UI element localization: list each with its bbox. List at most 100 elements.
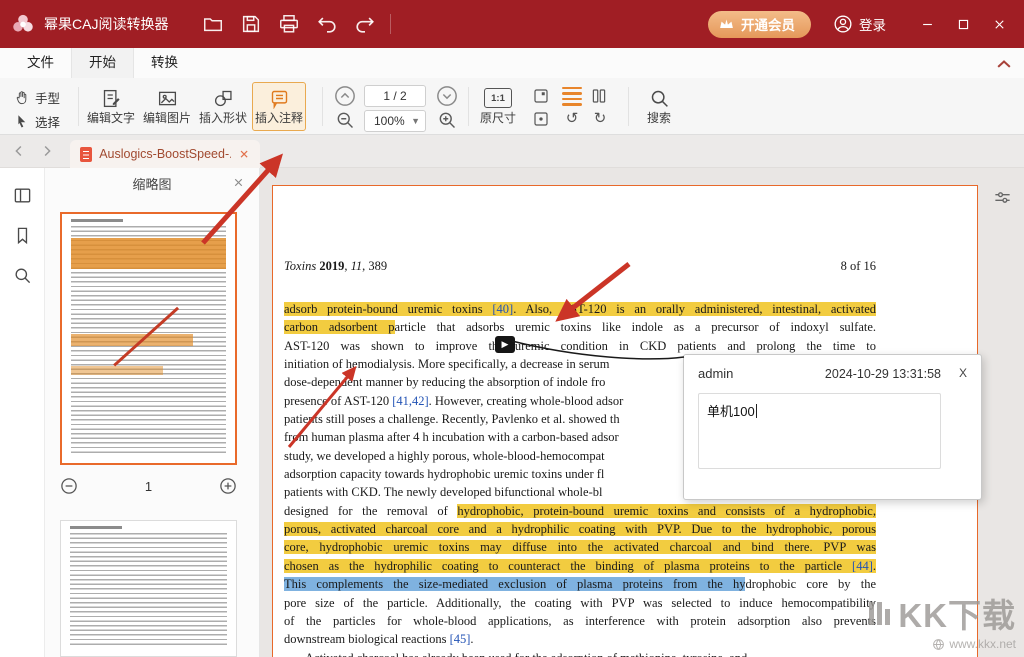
user-icon: [833, 14, 853, 34]
zoom-in-icon[interactable]: [437, 110, 457, 130]
edit-text-label: 编辑文字: [87, 109, 135, 126]
collapse-ribbon-icon[interactable]: [994, 54, 1014, 72]
tab-file[interactable]: 文件: [10, 48, 71, 78]
login-button[interactable]: 登录: [833, 14, 886, 34]
search-button[interactable]: 搜索: [636, 82, 682, 131]
save-icon[interactable]: [240, 13, 262, 35]
insert-annotation-button[interactable]: 插入注释: [252, 82, 306, 131]
page-thumbnail-2[interactable]: [60, 520, 237, 657]
ribbon-divider: [322, 87, 323, 126]
insert-annotation-label: 插入注释: [255, 109, 303, 126]
view-settings-icon[interactable]: [993, 188, 1012, 207]
comment-author: admin: [698, 366, 733, 381]
text-line: Activated charcoal has already been used…: [284, 649, 876, 657]
thumbnail-highlight: [71, 334, 193, 346]
fit-page-icon[interactable]: [532, 87, 550, 105]
edit-image-label: 编辑图片: [143, 109, 191, 126]
ribbon-toolbar: 手型 选择 编辑文字 编辑图片 插入形状 插入注释 100% ▼ 1:1: [0, 78, 1024, 135]
text-line: downstream biological reactions [45].: [284, 630, 876, 648]
document-viewport: Toxins 2019, 11, 389 8 of 16 adsorb prot…: [260, 168, 1024, 657]
annotation-marker-icon[interactable]: ▶: [495, 336, 515, 353]
close-button[interactable]: [986, 11, 1012, 37]
thumbnail-highlight: [71, 366, 163, 375]
minimize-button[interactable]: [914, 11, 940, 37]
document-tab[interactable]: Auslogics-BoostSpeed-...: [70, 140, 260, 168]
thumbnail-panel-header: 缩略图: [45, 168, 259, 198]
login-label: 登录: [859, 14, 886, 34]
app-title: 幂果CAJ阅读转换器: [44, 14, 168, 34]
doc-header-left: Toxins 2019, 11, 389: [284, 259, 387, 274]
hand-tool-button[interactable]: 手型: [14, 87, 60, 107]
document-tab-title: Auslogics-BoostSpeed-...: [99, 147, 231, 161]
thumbnail-text-block: [70, 533, 227, 648]
comment-close-button[interactable]: X: [956, 365, 970, 381]
original-size-label: 原尺寸: [480, 109, 516, 126]
insert-shape-icon: [213, 88, 234, 109]
comment-timestamp: 2024-10-29 13:31:58: [825, 367, 967, 381]
zoom-thumb-out-icon[interactable]: [60, 477, 78, 495]
page-thumbnail-1[interactable]: [60, 212, 237, 465]
fit-width-icon[interactable]: [532, 110, 550, 128]
select-tool-label: 选择: [35, 112, 60, 131]
hand-icon: [14, 90, 29, 105]
globe-icon: [932, 638, 945, 651]
text-line: porous, activated charcoal core and a hy…: [284, 520, 876, 538]
comment-text-input[interactable]: 单机100: [698, 393, 941, 469]
redo-icon[interactable]: [354, 13, 376, 35]
rotate-left-icon[interactable]: ↺: [562, 109, 582, 129]
search-icon: [649, 88, 670, 109]
previous-page-button[interactable]: [334, 85, 356, 107]
zoom-level-select[interactable]: 100% ▼: [364, 110, 426, 132]
text-line: pore size of the particle. Additionally,…: [284, 594, 876, 612]
insert-shape-button[interactable]: 插入形状: [196, 82, 250, 131]
annotation-comment-popup: admin 2024-10-29 13:31:58 X 单机100: [683, 354, 982, 500]
edit-image-icon: [157, 88, 178, 109]
next-page-button[interactable]: [436, 85, 458, 107]
maximize-button[interactable]: [950, 11, 976, 37]
text-line: core, hydrophobic uremic toxins may diff…: [284, 538, 876, 556]
document-page-header: Toxins 2019, 11, 389 8 of 16: [284, 259, 876, 274]
thumbnail-panel-icon[interactable]: [13, 186, 32, 205]
insert-shape-label: 插入形状: [199, 109, 247, 126]
open-membership-button[interactable]: 开通会员: [708, 11, 811, 38]
single-page-view-icon[interactable]: [562, 86, 582, 106]
zoom-level-value: 100%: [374, 114, 405, 128]
two-page-view-icon[interactable]: [590, 87, 608, 105]
tab-scroll-right-icon[interactable]: [38, 142, 56, 160]
tab-close-icon[interactable]: [238, 148, 250, 161]
watermark-url: www.kkx.net: [949, 637, 1016, 651]
text-line: of the particles for whole-blood applica…: [284, 612, 876, 630]
ribbon-divider: [78, 87, 79, 126]
zoom-thumb-in-icon[interactable]: [219, 477, 237, 495]
open-membership-label: 开通会员: [741, 14, 795, 34]
open-folder-icon[interactable]: [202, 13, 224, 35]
page-number-input[interactable]: [364, 85, 426, 107]
select-tool-button[interactable]: 选择: [14, 111, 60, 131]
edit-image-button[interactable]: 编辑图片: [140, 82, 194, 131]
zoom-out-icon[interactable]: [335, 110, 355, 130]
edit-text-button[interactable]: 编辑文字: [84, 82, 138, 131]
watermark-name: KK下载: [898, 589, 1016, 637]
bookmarks-icon[interactable]: [13, 226, 32, 245]
one-to-one-icon: 1:1: [484, 88, 512, 108]
thumbnail-panel: 缩略图 1: [45, 168, 260, 657]
original-size-button[interactable]: 1:1 原尺寸: [474, 82, 522, 131]
doc-header-right: 8 of 16: [841, 259, 876, 274]
crown-icon: [718, 16, 735, 33]
tab-home[interactable]: 开始: [71, 48, 134, 78]
tab-convert[interactable]: 转换: [134, 48, 195, 78]
text-line: This complements the size-mediated exclu…: [284, 575, 876, 593]
document-icon: [80, 147, 92, 162]
ribbon-divider: [628, 87, 629, 126]
insert-annotation-icon: [269, 88, 290, 109]
panel-close-icon[interactable]: [232, 176, 245, 189]
print-icon[interactable]: [278, 13, 300, 35]
thumbnail-panel-title: 缩略图: [132, 174, 171, 193]
cursor-icon: [14, 114, 29, 129]
current-page-number: 1: [145, 479, 152, 494]
text-line: designed for the removal of hydrophobic,…: [284, 502, 876, 520]
tab-scroll-left-icon[interactable]: [10, 142, 28, 160]
rotate-right-icon[interactable]: ↻: [590, 109, 610, 129]
sidebar-search-icon[interactable]: [13, 266, 32, 285]
undo-icon[interactable]: [316, 13, 338, 35]
